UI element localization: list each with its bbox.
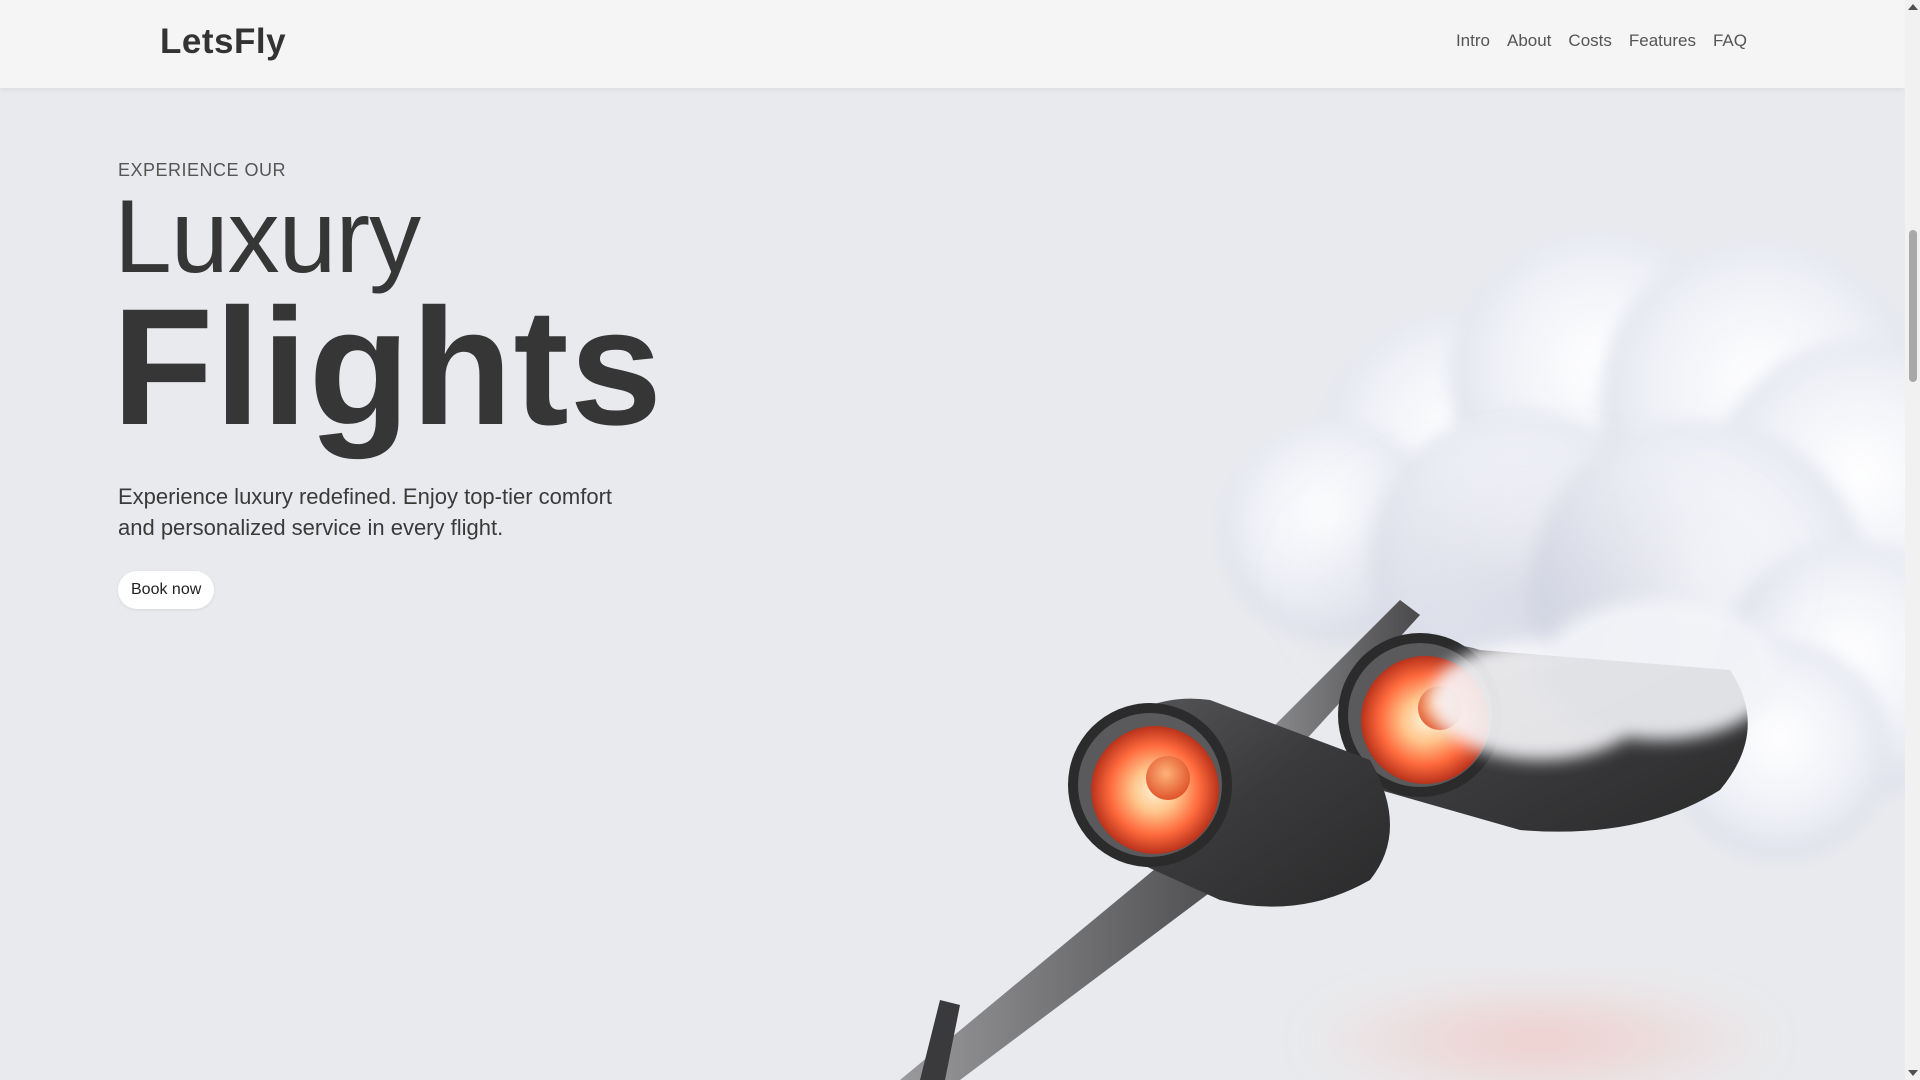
book-now-button[interactable]: Book now (118, 571, 215, 609)
nav-link-about[interactable]: About (1507, 31, 1551, 51)
site-header: LetsFly Intro About Costs Features FAQ (0, 0, 1905, 88)
scroll-down-arrow-icon[interactable] (1908, 1070, 1918, 1076)
hero-title-bold: Flights (112, 275, 664, 460)
nav-link-faq[interactable]: FAQ (1713, 31, 1747, 51)
nav-link-features[interactable]: Features (1629, 31, 1696, 51)
jet-cloud-illustration (900, 230, 1920, 1080)
scroll-up-arrow-icon[interactable] (1908, 4, 1918, 10)
page: LetsFly Intro About Costs Features FAQ E… (0, 0, 1920, 1080)
nav-link-costs[interactable]: Costs (1568, 31, 1611, 51)
jet-engines-in-cloud-illustration (900, 230, 1920, 1080)
hero-title-light: Luxury (114, 179, 421, 295)
hero-description: Experience luxury redefined. Enjoy top-t… (118, 484, 613, 540)
hero-section: EXPERIENCE OUR Luxury Flights Experience… (112, 160, 818, 609)
main-nav: Intro About Costs Features FAQ (1456, 31, 1747, 51)
nav-link-intro[interactable]: Intro (1456, 31, 1490, 51)
hero-eyebrow: EXPERIENCE OUR (118, 160, 287, 180)
logo[interactable]: LetsFly (160, 22, 286, 62)
vertical-scrollbar[interactable] (1905, 0, 1920, 1080)
scrollbar-thumb[interactable] (1909, 230, 1917, 382)
